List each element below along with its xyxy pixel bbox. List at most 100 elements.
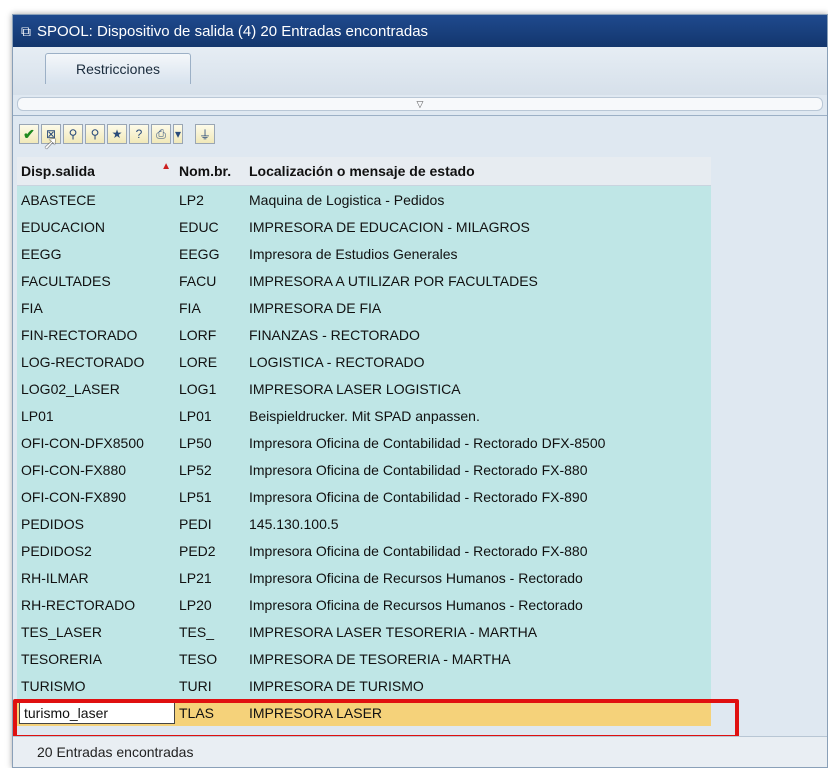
cell-disp-salida: RH-RECTORADO xyxy=(21,596,136,613)
cell-localizacion: Maquina de Logistica - Pedidos xyxy=(249,191,445,208)
star-icon: ★ xyxy=(111,127,123,141)
filter-button[interactable]: ⏚ xyxy=(195,124,215,144)
table-row[interactable]: ABASTECE LP2 Maquina de Logistica - Pedido… xyxy=(17,186,711,213)
check-icon: ✔ xyxy=(23,125,35,142)
cell-localizacion: Impresora de Estudios Generales xyxy=(249,245,458,262)
table-body: ABASTECE LP2 Maquina de Logistica - Pedido… xyxy=(17,186,711,699)
printer-icon: ⎙ xyxy=(156,126,166,141)
cell-localizacion: IMPRESORA A UTILIZAR POR FACULTADES xyxy=(249,272,538,289)
cell-localizacion: Impresora Oficina de Recursos Humanos - … xyxy=(249,596,583,613)
cell-nom-br: LP20 xyxy=(179,596,212,613)
table-row[interactable]: FACULTADES FACU IMPRESORA A UTILIZAR POR F… xyxy=(17,267,711,294)
status-text: 20 Entradas encontradas xyxy=(37,744,194,760)
cell-disp-salida: RH-ILMAR xyxy=(21,569,89,586)
filter-icon: ⏚ xyxy=(198,127,211,142)
table-row[interactable]: PEDIDOS2 PED2 Impresora Oficina de Contabi… xyxy=(17,537,711,564)
table-row[interactable]: EDUCACION EDUC IMPRESORA DE EDUCACION - MI… xyxy=(17,213,711,240)
cell-disp-salida: OFI-CON-FX880 xyxy=(21,461,127,478)
cell-localizacion: 145.130.100.5 xyxy=(249,515,339,532)
toolbar: ✔ ⊠ ⚲ ⚲ ★ ? ⎙ ▾ ⏚ xyxy=(13,119,827,149)
cell-disp-salida: PEDIDOS2 xyxy=(21,542,92,559)
table-row[interactable]: LP01 LP01 Beispieldrucker. Mit SPAD anpass… xyxy=(17,402,711,429)
cell-disp-salida: TES_LASER xyxy=(21,623,102,640)
cell-disp-salida: LOG02_LASER xyxy=(21,380,120,397)
cell-disp-salida: TESORERIA xyxy=(21,650,102,667)
cell-disp-salida: OFI-CON-FX890 xyxy=(21,488,127,505)
cell-nom-br: EDUC xyxy=(179,218,219,235)
tab-divider xyxy=(13,115,827,116)
help-button[interactable]: ? xyxy=(129,124,149,144)
table-row[interactable]: TESORERIA TESO IMPRESORA DE TESORERIA - MA… xyxy=(17,645,711,672)
find-button[interactable]: ⚲ xyxy=(63,124,83,144)
table-row[interactable]: RH-ILMAR LP21 Impresora Oficina de Recurso… xyxy=(17,564,711,591)
cell-nom-br: LORE xyxy=(179,353,218,370)
table-row[interactable]: EEGG EEGG Impresora de Estudios Generales xyxy=(17,240,711,267)
cell-localizacion: Impresora Oficina de Contabilidad - Rect… xyxy=(249,434,606,451)
window-title: SPOOL: Dispositivo de salida (4) 20 Entr… xyxy=(37,22,429,40)
cell-disp-salida: EEGG xyxy=(21,245,62,262)
dropdown-icon: ▾ xyxy=(174,127,182,141)
table-row[interactable]: LOG-RECTORADO LORE LOGISTICA - RECTORADO xyxy=(17,348,711,375)
table-row[interactable]: OFI-CON-FX880 LP52 Impresora Oficina de Co… xyxy=(17,456,711,483)
cell-nom-br: LOG1 xyxy=(179,380,217,397)
cell-localizacion: Impresora Oficina de Contabilidad - Rect… xyxy=(249,488,588,505)
cell-nom-br: LP52 xyxy=(179,461,212,478)
table-row[interactable]: RH-RECTORADO LP20 Impresora Oficina de Rec… xyxy=(17,591,711,618)
cell-localizacion: IMPRESORA DE TESORERIA - MARTHA xyxy=(249,650,511,667)
results-table: Disp.salida ▲ Nom.br. Localización o men… xyxy=(17,157,711,726)
mouse-pointer-icon: ➚ xyxy=(43,133,59,153)
cell-localizacion: IMPRESORA LASER TESORERIA - MARTHA xyxy=(249,623,538,640)
cell-disp-salida: LOG-RECTORADO xyxy=(21,353,145,370)
table-row[interactable]: OFI-CON-FX890 LP51 Impresora Oficina de Co… xyxy=(17,483,711,510)
title-bar: ⧉ SPOOL: Dispositivo de salida (4) 20 En… xyxy=(13,15,827,47)
cell-localizacion: IMPRESORA DE FIA xyxy=(249,299,382,316)
column-header-nom-br[interactable]: Nom.br. xyxy=(175,163,245,179)
cell-localizacion: Impresora Oficina de Contabilidad - Rect… xyxy=(249,542,588,559)
spool-dialog: ⧉ SPOOL: Dispositivo de salida (4) 20 En… xyxy=(12,14,828,768)
find-next-button[interactable]: ⚲ xyxy=(85,124,105,144)
cell-nom-br: LP51 xyxy=(179,488,212,505)
cell-nom-br: FIA xyxy=(179,299,201,316)
cell-nom-br: TES_ xyxy=(179,623,215,640)
table-row[interactable]: FIN-RECTORADO LORF FINANZAS - RECTORADO xyxy=(17,321,711,348)
favorites-button[interactable]: ★ xyxy=(107,124,127,144)
cell-disp-salida: FIA xyxy=(21,299,43,316)
table-row[interactable]: TURISMO TURI IMPRESORA DE TURISMO xyxy=(17,672,711,699)
cell-disp-salida: FACULTADES xyxy=(21,272,111,289)
confirm-button[interactable]: ✔ xyxy=(19,124,39,144)
cell-disp-salida: ABASTECE xyxy=(21,191,96,208)
tab-restricciones[interactable]: Restricciones xyxy=(45,53,191,84)
column-header-localizacion[interactable]: Localización o mensaje de estado xyxy=(245,163,711,179)
cell-localizacion: LOGISTICA - RECTORADO xyxy=(249,353,425,370)
tab-bar: Restricciones xyxy=(13,47,827,116)
table-row[interactable]: LOG02_LASER LOG1 IMPRESORA LASER LOGISTICA xyxy=(17,375,711,402)
table-row[interactable]: TES_LASER TES_ IMPRESORA LASER TESORERIA -… xyxy=(17,618,711,645)
cell-localizacion: Impresora Oficina de Recursos Humanos - … xyxy=(249,569,583,586)
table-row[interactable]: PEDIDOS PEDI 145.130.100.5 xyxy=(17,510,711,537)
cell-localizacion: IMPRESORA LASER LOGISTICA xyxy=(249,380,461,397)
cell-localizacion: IMPRESORA DE TURISMO xyxy=(249,677,424,694)
window-icon: ⧉ xyxy=(21,22,31,39)
print-menu-button[interactable]: ▾ xyxy=(173,124,183,144)
cell-nom-br: PEDI xyxy=(179,515,212,532)
binoculars-icon: ⚲ xyxy=(68,127,78,141)
table-row[interactable]: OFI-CON-DFX8500 LP50 Impresora Oficina de … xyxy=(17,429,711,456)
print-button[interactable]: ⎙ xyxy=(151,124,171,144)
column-header-label: Disp.salida xyxy=(21,163,95,179)
cell-disp-salida: PEDIDOS xyxy=(21,515,85,532)
table-row[interactable]: FIA FIA IMPRESORA DE FIA xyxy=(17,294,711,321)
cell-localizacion: Beispieldrucker. Mit SPAD anpassen. xyxy=(249,407,480,424)
chevron-down-icon[interactable]: ▽ xyxy=(417,99,424,110)
cell-disp-salida: LP01 xyxy=(21,407,54,424)
cell-disp-salida: OFI-CON-DFX8500 xyxy=(21,434,144,451)
restrictions-splitter[interactable]: ▽ xyxy=(17,97,823,111)
cell-nom-br: TURI xyxy=(179,677,212,694)
column-header-disp-salida[interactable]: Disp.salida ▲ xyxy=(17,161,175,179)
cell-nom-br: LP2 xyxy=(179,191,204,208)
cell-localizacion: FINANZAS - RECTORADO xyxy=(249,326,420,343)
cell-localizacion: IMPRESORA DE EDUCACION - MILAGROS xyxy=(249,218,530,235)
cell-nom-br: LP01 xyxy=(179,407,212,424)
cell-nom-br: LP21 xyxy=(179,569,212,586)
cell-nom-br: LORF xyxy=(179,326,217,343)
cell-nom-br: PED2 xyxy=(179,542,216,559)
